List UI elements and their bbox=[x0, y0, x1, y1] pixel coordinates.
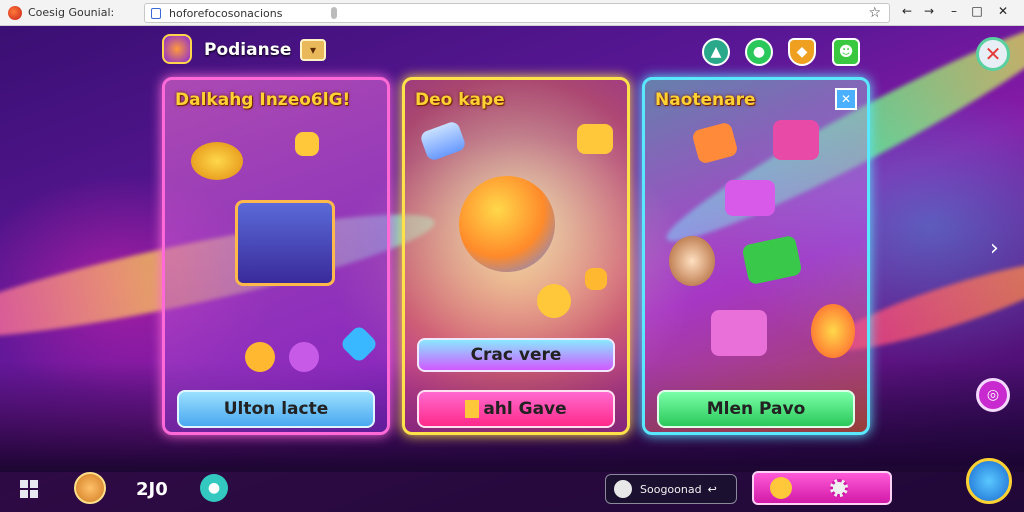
card-2-secondary-button[interactable]: Crac vere bbox=[417, 338, 615, 372]
arcade-cabinet-icon bbox=[711, 310, 767, 356]
gear-icon bbox=[614, 480, 632, 498]
back-icon[interactable]: ← bbox=[898, 4, 916, 18]
tab-title[interactable]: Coesig Gounial: bbox=[28, 6, 138, 19]
lock-icon bbox=[151, 7, 161, 19]
browser-chrome: Coesig Gounial: hoforefocosonacions ☆ ← … bbox=[0, 0, 1024, 26]
round-action-button[interactable]: ◎ bbox=[976, 378, 1010, 412]
game-title: Podianse bbox=[204, 40, 292, 60]
coin-icon bbox=[537, 284, 571, 318]
coin-count: 2J0 bbox=[136, 479, 168, 500]
windows-start-icon[interactable] bbox=[20, 480, 38, 498]
next-arrow-icon[interactable]: › bbox=[990, 236, 999, 261]
treasure-chest-icon bbox=[235, 200, 335, 286]
shield-icon[interactable]: ◆ bbox=[788, 38, 816, 66]
address-bar[interactable]: hoforefocosonacions ☆ bbox=[144, 3, 890, 23]
star-icon[interactable]: ☆ bbox=[868, 5, 881, 21]
game-logo-icon[interactable] bbox=[162, 34, 192, 64]
card-title: Deo kape bbox=[415, 90, 505, 110]
purple-gem-icon bbox=[289, 342, 319, 372]
card-title: Dalkahg Inzeo6lG! bbox=[175, 90, 351, 110]
card-title: Naotenare bbox=[655, 90, 756, 110]
green-orb-icon[interactable]: ● bbox=[745, 38, 773, 66]
character-badge-icon[interactable] bbox=[966, 458, 1012, 504]
maximize-button[interactable]: □ bbox=[968, 4, 986, 18]
retro-tv-icon bbox=[691, 121, 739, 165]
card-1[interactable]: Dalkahg Inzeo6lG! Ulton lacte bbox=[162, 77, 390, 435]
robot-icon[interactable]: ☻ bbox=[832, 38, 860, 66]
window-close-button[interactable]: ✕ bbox=[994, 4, 1012, 18]
golden-ufo-icon bbox=[191, 142, 243, 180]
close-button[interactable]: ✕ bbox=[976, 37, 1010, 71]
heart-gem-icon bbox=[245, 342, 275, 372]
gold-cube-icon bbox=[585, 268, 607, 290]
chick-icon bbox=[770, 477, 792, 499]
title-dropdown-button[interactable]: ▾ bbox=[300, 39, 326, 61]
settings-gear-icon bbox=[830, 479, 848, 497]
gold-cube-icon bbox=[295, 132, 319, 156]
url-text[interactable]: hoforefocosonacions bbox=[169, 7, 309, 20]
gold-bar-icon bbox=[577, 124, 613, 154]
green-gadget-icon bbox=[741, 234, 803, 286]
card-2-button-label: ahl Gave bbox=[483, 399, 567, 419]
forward-icon[interactable]: → bbox=[920, 4, 938, 18]
card-3[interactable]: Naotenare ✕ Mlen Pavo bbox=[642, 77, 870, 435]
card-close-button[interactable]: ✕ bbox=[835, 88, 857, 110]
suggestion-pill[interactable]: Soogoonad ↩ bbox=[605, 474, 737, 504]
fire-orb-icon bbox=[811, 304, 855, 358]
card-2[interactable]: Deo kape Crac vere ahl Gave bbox=[402, 77, 630, 435]
triangle-badge-icon[interactable]: ▲ bbox=[702, 38, 730, 66]
card-1-button[interactable]: Ulton lacte bbox=[177, 390, 375, 428]
game-console-icon bbox=[725, 180, 775, 216]
gift-box-icon bbox=[773, 120, 819, 160]
gold-bar-icon bbox=[465, 400, 480, 418]
mascot-creature-icon bbox=[459, 176, 555, 272]
minimize-button[interactable]: – bbox=[945, 4, 963, 18]
browser-logo-icon bbox=[8, 5, 22, 20]
card-3-button[interactable]: Mlen Pavo bbox=[657, 390, 855, 428]
crystal-icon bbox=[419, 120, 467, 162]
rewards-button[interactable] bbox=[752, 471, 892, 505]
suggestion-text: Soogoonad bbox=[640, 482, 702, 496]
character-avatar-icon bbox=[669, 236, 715, 286]
profile-button[interactable]: ● bbox=[200, 474, 228, 502]
blue-diamond-icon bbox=[339, 324, 379, 364]
card-2-button[interactable]: ahl Gave bbox=[417, 390, 615, 428]
text-cursor-icon bbox=[331, 7, 337, 19]
user-avatar[interactable] bbox=[74, 472, 106, 504]
reply-icon: ↩ bbox=[707, 482, 717, 496]
